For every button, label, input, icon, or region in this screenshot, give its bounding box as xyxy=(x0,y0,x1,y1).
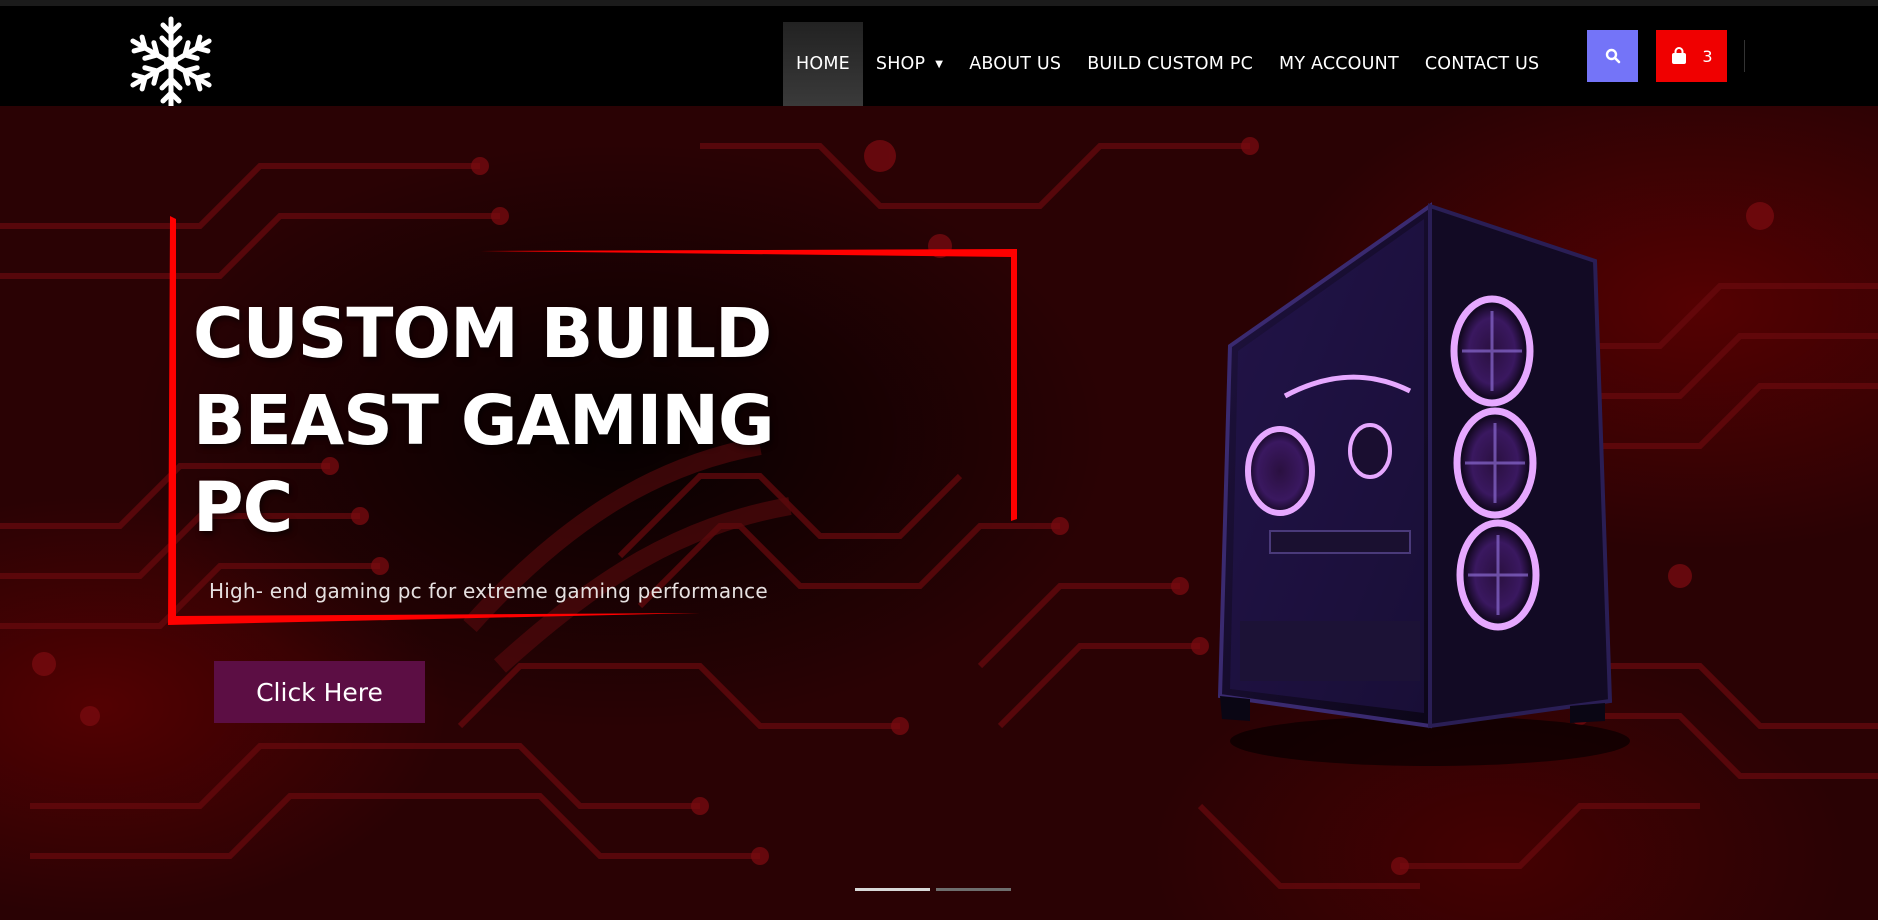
nav-item-shop[interactable]: SHOP ▼ xyxy=(863,22,956,106)
click-here-button[interactable]: Click Here xyxy=(214,661,425,723)
headline-line: CUSTOM BUILD xyxy=(193,294,772,374)
hero-subtitle: High- end gaming pc for extreme gaming p… xyxy=(209,579,768,603)
cart-count: 3 xyxy=(1702,46,1713,66)
gaming-pc-case-image xyxy=(1217,202,1630,766)
headline-line: BEAST GAMING xyxy=(193,381,775,461)
nav-item-contact-us[interactable]: CONTACT US xyxy=(1412,22,1552,106)
nav-label: HOME xyxy=(796,54,850,74)
search-icon xyxy=(1605,48,1620,64)
search-button[interactable] xyxy=(1587,30,1638,82)
nav-label: ABOUT US xyxy=(969,54,1062,74)
cart-button[interactable]: 3 xyxy=(1656,30,1727,82)
nav-item-home[interactable]: HOME xyxy=(783,22,863,106)
caret-down-icon: ▼ xyxy=(935,58,944,70)
hero-slider: CUSTOM BUILD BEAST GAMING PC High- end g… xyxy=(0,106,1878,920)
headline-line: PC xyxy=(193,468,293,548)
header-divider xyxy=(1744,40,1745,72)
nav-item-my-account[interactable]: MY ACCOUNT xyxy=(1266,22,1412,106)
nav-label: MY ACCOUNT xyxy=(1279,54,1399,74)
nav-label: BUILD CUSTOM PC xyxy=(1087,54,1254,74)
nav-label: CONTACT US xyxy=(1424,54,1540,74)
nav-label: SHOP xyxy=(875,54,926,74)
shopping-bag-icon xyxy=(1672,47,1687,64)
slider-dot-1[interactable] xyxy=(855,888,930,891)
snowflake-logo[interactable] xyxy=(120,14,222,112)
nav-item-build-custom-pc[interactable]: BUILD CUSTOM PC xyxy=(1074,22,1266,106)
main-nav: HOME SHOP ▼ ABOUT US BUILD CUSTOM PC MY A… xyxy=(783,22,1552,106)
slider-dots xyxy=(855,888,1011,891)
hero-headline: CUSTOM BUILD BEAST GAMING PC xyxy=(193,291,843,552)
slider-dot-2[interactable] xyxy=(936,888,1011,891)
nav-item-about-us[interactable]: ABOUT US xyxy=(956,22,1074,106)
